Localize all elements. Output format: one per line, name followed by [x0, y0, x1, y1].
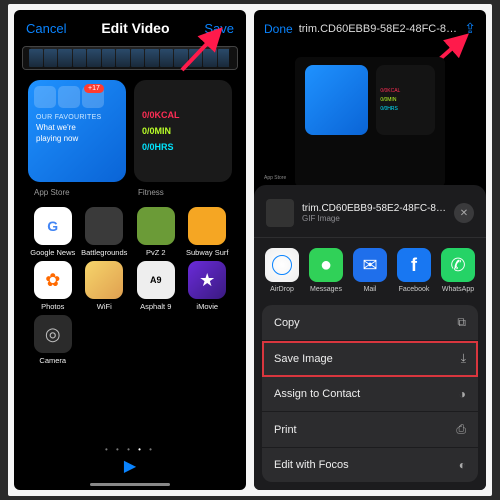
- file-type: GIF Image: [302, 214, 446, 223]
- app-label: Camera: [39, 356, 66, 365]
- share-whatsapp[interactable]: WhatsApp: [438, 248, 478, 293]
- app-camera[interactable]: Camera: [28, 315, 78, 365]
- app-icon: [85, 261, 123, 299]
- action-icon: ◑: [459, 387, 466, 401]
- app-icon: [137, 207, 175, 245]
- share-app-label: Messages: [310, 286, 342, 293]
- app-label: Subway Surf: [186, 248, 229, 257]
- app-icon: A9: [137, 261, 175, 299]
- share-icon[interactable]: ⇪: [464, 20, 476, 37]
- badge-count: +17: [84, 84, 104, 93]
- action-print[interactable]: Print ⎙: [262, 412, 478, 448]
- share-mail[interactable]: Mail: [350, 248, 390, 293]
- phone-edit-video: Cancel Edit Video Save +17 OUR FAVOURITE…: [14, 10, 246, 490]
- app-icon: [34, 207, 72, 245]
- app-google-news[interactable]: Google News: [28, 207, 78, 257]
- file-name: trim.CD60EBB9-58E2-48FC-8552-7…: [302, 203, 446, 214]
- app-battlegrounds[interactable]: Battlegrounds: [80, 207, 130, 257]
- action-label: Save Image: [274, 353, 333, 365]
- share-app-label: Mail: [364, 286, 377, 293]
- close-sheet-button[interactable]: ✕: [454, 203, 474, 223]
- app-icon: [188, 207, 226, 245]
- facebook-icon: f: [397, 248, 431, 282]
- action-assign-to-contact[interactable]: Assign to Contact ◑: [262, 377, 478, 412]
- done-button[interactable]: Done: [264, 22, 293, 36]
- header-filename: trim.CD60EBB9-58E2-48FC-855…: [299, 23, 459, 35]
- share-airdrop[interactable]: AirDrop: [262, 248, 302, 293]
- phone-share-sheet: Done trim.CD60EBB9-58E2-48FC-855… ⇪ 0/0K…: [254, 10, 486, 490]
- app-icon: [188, 261, 226, 299]
- cancel-button[interactable]: Cancel: [26, 21, 66, 36]
- messages-icon: [309, 248, 343, 282]
- share-app-label: WhatsApp: [442, 286, 474, 293]
- share-sheet: trim.CD60EBB9-58E2-48FC-8552-7… GIF Imag…: [254, 185, 486, 490]
- action-save-image[interactable]: Save Image ⤓: [262, 341, 478, 377]
- action-icon: ⧉: [457, 315, 466, 330]
- share-messages[interactable]: Messages: [306, 248, 346, 293]
- save-button[interactable]: Save: [204, 21, 234, 36]
- action-label: Print: [274, 424, 297, 436]
- page-dots: • • • • •: [14, 445, 246, 454]
- app-label: Asphalt 9: [140, 302, 171, 311]
- app-icon: [85, 207, 123, 245]
- widget-label-appstore: App Store: [26, 186, 130, 199]
- app-label: PvZ 2: [146, 248, 166, 257]
- action-label: Edit with Focos: [274, 459, 349, 471]
- action-icon: ⎙: [456, 422, 466, 437]
- app-photos[interactable]: Photos: [28, 261, 78, 311]
- action-edit-with-focos[interactable]: Edit with Focos ◐: [262, 448, 478, 482]
- file-thumbnail: [266, 199, 294, 227]
- app-label: iMovie: [196, 302, 218, 311]
- app-icon: [34, 315, 72, 353]
- airdrop-icon: [265, 248, 299, 282]
- video-preview-homescreen: +17 OUR FAVOURITES What we're playing no…: [26, 76, 234, 406]
- action-label: Assign to Contact: [274, 388, 360, 400]
- appstore-widget: +17 OUR FAVOURITES What we're playing no…: [28, 80, 126, 182]
- app-label: WiFi: [97, 302, 112, 311]
- gif-preview: 0/0KCAL 0/0MIN 0/0HRS App Store: [295, 57, 445, 187]
- share-app-label: AirDrop: [270, 286, 294, 293]
- app-label: Google News: [30, 248, 75, 257]
- app-imovie[interactable]: iMovie: [183, 261, 233, 311]
- mail-icon: [353, 248, 387, 282]
- app-pvz-2[interactable]: PvZ 2: [131, 207, 181, 257]
- action-icon: ⤓: [461, 351, 466, 366]
- widget-label-fitness: Fitness: [130, 186, 234, 199]
- whatsapp-icon: [441, 248, 475, 282]
- action-label: Copy: [274, 317, 300, 329]
- app-asphalt-9[interactable]: A9 Asphalt 9: [131, 261, 181, 311]
- app-subway-surf[interactable]: Subway Surf: [183, 207, 233, 257]
- app-wifi[interactable]: WiFi: [80, 261, 130, 311]
- share-facebook[interactable]: f Facebook: [394, 248, 434, 293]
- video-trim-bar[interactable]: [22, 46, 238, 70]
- app-icon: [34, 261, 72, 299]
- action-icon: ◐: [459, 458, 466, 472]
- home-indicator[interactable]: [90, 483, 170, 486]
- action-copy[interactable]: Copy ⧉: [262, 305, 478, 341]
- app-label: Photos: [41, 302, 64, 311]
- page-title: Edit Video: [101, 20, 169, 36]
- fitness-widget: 0/0KCAL 0/0MIN 0/0HRS: [134, 80, 232, 182]
- share-app-label: Facebook: [399, 286, 430, 293]
- app-label: Battlegrounds: [81, 248, 127, 257]
- play-button[interactable]: ▶: [124, 456, 136, 476]
